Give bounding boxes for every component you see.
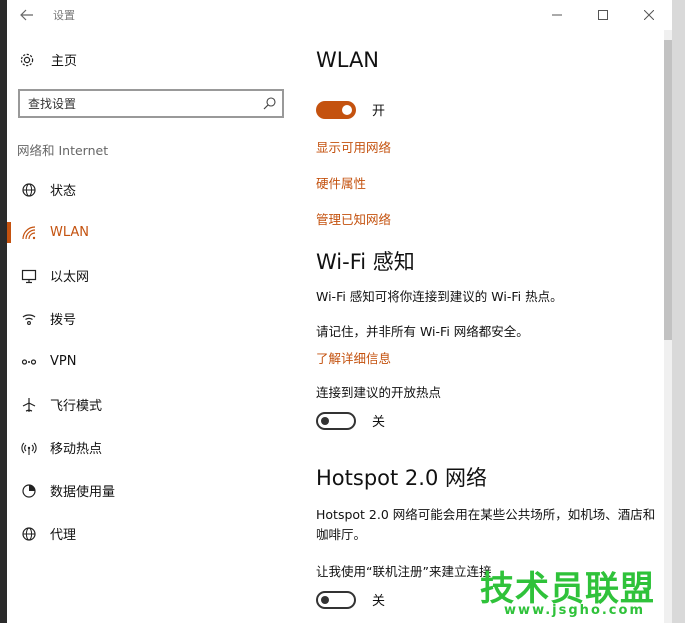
back-arrow-icon (20, 9, 33, 21)
globe-status-icon (21, 182, 37, 198)
hotspot-description: Hotspot 2.0 网络可能会用在某些公共场所，如机场、酒店和咖啡厅。 (316, 507, 656, 542)
scrollbar[interactable] (664, 30, 672, 623)
wifi-sense-description: Wi-Fi 感知可将你连接到建议的 Wi-Fi 热点。 (316, 289, 563, 304)
sidebar-item-wlan[interactable]: WLAN (7, 211, 297, 254)
watermark: 技术员联盟 www.jsgho.com (455, 557, 655, 623)
open-hotspot-toggle-row: 关 (316, 411, 385, 430)
settings-window: 设置 主页 网络和 I (7, 0, 672, 623)
close-icon (644, 10, 654, 20)
online-signup-toggle[interactable] (316, 590, 356, 609)
desktop-background-right (670, 0, 685, 623)
sidebar-item-label: 状态 (50, 184, 77, 199)
maximize-button[interactable] (580, 0, 626, 30)
search-input[interactable] (28, 96, 253, 111)
learn-more-link[interactable]: 了解详细信息 (316, 348, 391, 367)
show-available-networks-link[interactable]: 显示可用网络 (316, 137, 391, 156)
sidebar-item-label: 代理 (50, 528, 77, 543)
wifi-sense-note: 请记住，并非所有 Wi-Fi 网络都安全。 (316, 324, 529, 339)
ethernet-icon (21, 268, 37, 284)
online-signup-toggle-label: 关 (372, 594, 386, 609)
wlan-title: WLAN (316, 48, 380, 72)
sidebar-item-status[interactable]: 状态 (7, 168, 297, 211)
sidebar-item-label: 飞行模式 (50, 399, 103, 414)
minimize-button[interactable] (534, 0, 580, 30)
sidebar-item-proxy[interactable]: 代理 (7, 512, 297, 555)
wlan-toggle-label: 开 (372, 104, 386, 119)
hotspot-icon (21, 440, 37, 456)
sidebar-item-vpn[interactable]: VPN (7, 340, 297, 383)
back-button[interactable] (7, 0, 47, 30)
scrollbar-thumb[interactable] (664, 40, 672, 340)
sidebar-item-home[interactable]: 主页 (19, 50, 77, 69)
online-signup-toggle-row: 关 (316, 590, 385, 609)
open-hotspot-toggle[interactable] (316, 411, 356, 430)
sidebar-item-label: 数据使用量 (50, 485, 116, 500)
sidebar-item-dialup[interactable]: 拨号 (7, 297, 297, 340)
section-label: 网络和 Internet (17, 143, 109, 158)
dialup-icon (21, 311, 37, 327)
sidebar-item-mobile-hotspot[interactable]: 移动热点 (7, 426, 297, 469)
sidebar-item-label: VPN (50, 354, 77, 369)
sidebar-item-label: 拨号 (50, 313, 77, 328)
airplane-icon (21, 397, 37, 413)
home-label: 主页 (51, 54, 78, 69)
maximize-icon (598, 10, 608, 20)
sidebar: 主页 网络和 Internet 状态 WLAN (7, 30, 297, 623)
gear-icon (20, 53, 34, 66)
data-usage-icon (21, 483, 37, 499)
watermark-url: www.jsgho.com (504, 603, 645, 618)
sidebar-item-data-usage[interactable]: 数据使用量 (7, 469, 297, 512)
wlan-toggle-row: 开 (316, 100, 385, 119)
close-button[interactable] (626, 0, 672, 30)
hardware-properties-link[interactable]: 硬件属性 (316, 173, 366, 192)
sidebar-item-label: WLAN (50, 225, 90, 240)
vpn-icon (21, 354, 37, 370)
search-icon[interactable] (263, 97, 276, 110)
sidebar-item-label: 移动热点 (50, 442, 103, 457)
wlan-toggle[interactable] (316, 100, 356, 119)
sidebar-nav: 状态 WLAN 以太网 拨号 VPN 飞行模式 移动热点 数据使用量 代理 (7, 168, 297, 555)
window-controls (534, 0, 672, 30)
title-bar: 设置 (7, 0, 672, 30)
minimize-icon (552, 14, 562, 16)
hotspot-title: Hotspot 2.0 网络 (316, 466, 487, 490)
wifi-sense-title: Wi-Fi 感知 (316, 250, 415, 274)
sidebar-item-ethernet[interactable]: 以太网 (7, 254, 297, 297)
sidebar-item-label: 以太网 (50, 270, 90, 285)
wifi-icon (21, 225, 37, 241)
open-hotspot-label: 连接到建议的开放热点 (316, 385, 442, 400)
open-hotspot-toggle-label: 关 (372, 415, 386, 430)
sidebar-item-airplane-mode[interactable]: 飞行模式 (7, 383, 297, 426)
manage-known-networks-link[interactable]: 管理已知网络 (316, 209, 391, 228)
globe-icon (21, 526, 37, 542)
window-title: 设置 (53, 9, 75, 22)
search-box[interactable] (18, 89, 284, 118)
